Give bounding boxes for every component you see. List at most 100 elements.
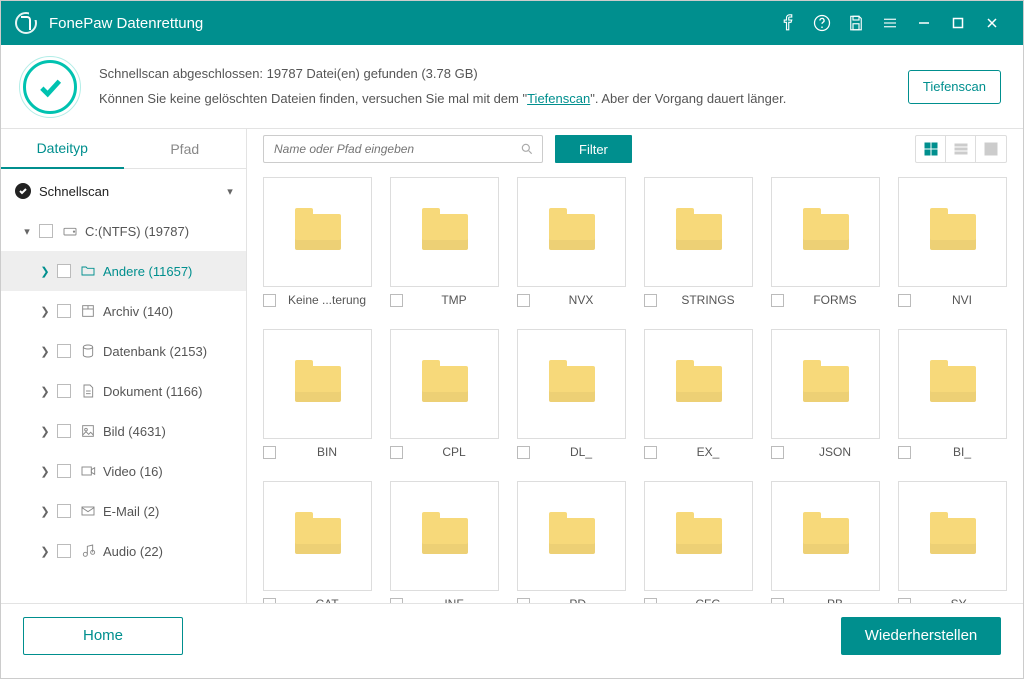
folder-item[interactable]: TMP [390, 177, 499, 313]
folder-item[interactable]: INF [390, 481, 499, 603]
folder-label: JSON [790, 445, 880, 459]
folder-item[interactable]: CPL [390, 329, 499, 465]
folder-item[interactable]: CAT [263, 481, 372, 603]
folder-item[interactable]: JSON [771, 329, 880, 465]
app-logo-icon [15, 12, 37, 34]
checkbox[interactable] [898, 294, 911, 307]
folder-label: FORMS [790, 293, 880, 307]
tree-category[interactable]: ❯Archiv (140) [1, 291, 246, 331]
checkbox[interactable] [898, 446, 911, 459]
folder-thumbnail [644, 481, 753, 591]
view-grid-button[interactable] [916, 136, 946, 162]
minimize-button[interactable] [907, 1, 941, 45]
menu-icon[interactable] [873, 1, 907, 45]
folder-icon [549, 518, 595, 554]
checkbox[interactable] [57, 264, 71, 278]
folder-icon [676, 518, 722, 554]
folder-label: INF [409, 597, 499, 603]
title-bar: FonePaw Datenrettung [1, 1, 1023, 45]
tree-category[interactable]: ❯E-Mail (2) [1, 491, 246, 531]
checkbox[interactable] [57, 544, 71, 558]
checkbox[interactable] [771, 598, 784, 604]
folder-label: NVI [917, 293, 1007, 307]
checkbox[interactable] [644, 446, 657, 459]
help-icon[interactable] [805, 1, 839, 45]
recover-button[interactable]: Wiederherstellen [841, 617, 1001, 655]
folder-thumbnail [390, 481, 499, 591]
folder-icon [79, 262, 97, 280]
folder-item[interactable]: PB [771, 481, 880, 603]
footer: Home Wiederherstellen [1, 603, 1023, 667]
sidebar: Dateityp Pfad Schnellscan ▾ ▾ C:(NTFS) (… [1, 129, 247, 603]
deepscan-button[interactable]: Tiefenscan [908, 70, 1001, 104]
checkbox[interactable] [771, 294, 784, 307]
mail-icon [79, 502, 97, 520]
search-box[interactable] [263, 135, 543, 163]
db-icon [79, 342, 97, 360]
home-button[interactable]: Home [23, 617, 183, 655]
folder-item[interactable]: BI_ [898, 329, 1007, 465]
folder-item[interactable]: DL_ [517, 329, 626, 465]
folder-thumbnail [644, 329, 753, 439]
tree-quickscan[interactable]: Schnellscan ▾ [1, 171, 246, 211]
checkbox[interactable] [57, 384, 71, 398]
folder-item[interactable]: NVX [517, 177, 626, 313]
facebook-icon[interactable] [771, 1, 805, 45]
tab-path[interactable]: Pfad [124, 129, 247, 168]
filter-button[interactable]: Filter [555, 135, 632, 163]
checkbox[interactable] [263, 598, 276, 604]
checkbox[interactable] [57, 304, 71, 318]
tree-category[interactable]: ❯Bild (4631) [1, 411, 246, 451]
view-list-button[interactable] [946, 136, 976, 162]
folder-item[interactable]: STRINGS [644, 177, 753, 313]
folder-icon [930, 366, 976, 402]
checkbox[interactable] [390, 446, 403, 459]
folder-item[interactable]: CFG [644, 481, 753, 603]
folder-icon [422, 214, 468, 250]
tree-category[interactable]: ❯Dokument (1166) [1, 371, 246, 411]
folder-item[interactable]: SY_ [898, 481, 1007, 603]
checkbox[interactable] [263, 294, 276, 307]
tree-category[interactable]: ❯Datenbank (2153) [1, 331, 246, 371]
checkbox[interactable] [390, 598, 403, 604]
tree-category[interactable]: ❯Andere (11657) [1, 251, 246, 291]
folder-item[interactable]: BIN [263, 329, 372, 465]
checkbox[interactable] [517, 446, 530, 459]
checkbox[interactable] [644, 294, 657, 307]
tree-drive[interactable]: ▾ C:(NTFS) (19787) [1, 211, 246, 251]
checkbox[interactable] [517, 294, 530, 307]
folder-item[interactable]: EX_ [644, 329, 753, 465]
checkbox[interactable] [39, 224, 53, 238]
tree-category[interactable]: ❯Video (16) [1, 451, 246, 491]
folder-item[interactable]: NVI [898, 177, 1007, 313]
audio-icon [79, 542, 97, 560]
checkbox[interactable] [771, 446, 784, 459]
tree-category[interactable]: ❯Audio (22) [1, 531, 246, 571]
checkbox[interactable] [390, 294, 403, 307]
search-input[interactable] [272, 141, 520, 157]
checkbox[interactable] [898, 598, 911, 604]
checkbox[interactable] [57, 424, 71, 438]
folder-item[interactable]: PD_ [517, 481, 626, 603]
chevron-right-icon: ❯ [37, 305, 53, 318]
tab-filetype[interactable]: Dateityp [1, 129, 124, 169]
folder-icon [930, 518, 976, 554]
folder-thumbnail [644, 177, 753, 287]
folder-thumbnail [517, 481, 626, 591]
folder-item[interactable]: Keine ...terung [263, 177, 372, 313]
checkbox[interactable] [57, 464, 71, 478]
checkbox[interactable] [517, 598, 530, 604]
close-button[interactable] [975, 1, 1009, 45]
checkbox[interactable] [57, 504, 71, 518]
scan-summary: Schnellscan abgeschlossen: 19787 Datei(e… [1, 45, 1023, 129]
view-detail-button[interactable] [976, 136, 1006, 162]
save-icon[interactable] [839, 1, 873, 45]
deepscan-link[interactable]: Tiefenscan [527, 91, 590, 106]
video-icon [79, 462, 97, 480]
checkbox[interactable] [644, 598, 657, 604]
checkbox[interactable] [263, 446, 276, 459]
maximize-button[interactable] [941, 1, 975, 45]
folder-item[interactable]: FORMS [771, 177, 880, 313]
checkbox[interactable] [57, 344, 71, 358]
check-dot-icon [15, 183, 31, 199]
